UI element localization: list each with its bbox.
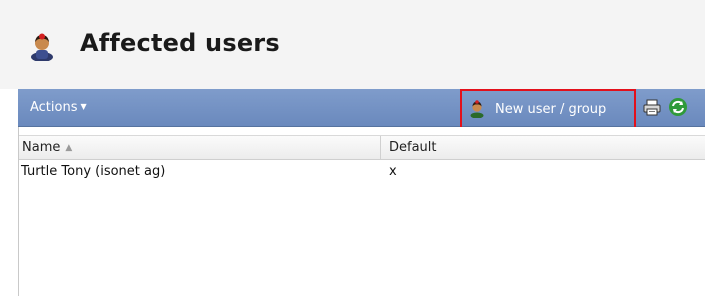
caret-down-icon: ▼ <box>80 102 87 111</box>
cell-name: Turtle Tony (isonet ag) <box>21 164 166 179</box>
toolbar: Actions ▼ New user / group <box>18 89 705 130</box>
column-header-name[interactable]: Name ▲ <box>19 136 381 159</box>
new-user-group-label: New user / group <box>495 102 607 117</box>
column-name-label: Name <box>22 140 61 155</box>
user-icon <box>470 100 484 118</box>
printer-icon[interactable] <box>643 99 661 116</box>
grid-header: Name ▲ Default <box>19 135 705 160</box>
table-row[interactable]: Turtle Tony (isonet ag) x <box>19 160 705 182</box>
column-default-label: Default <box>389 140 437 155</box>
actions-label: Actions <box>30 100 78 115</box>
actions-menu[interactable]: Actions ▼ <box>30 100 87 115</box>
refresh-icon[interactable] <box>668 97 688 117</box>
page-title: Affected users <box>80 29 280 57</box>
sort-ascending-icon: ▲ <box>65 143 73 153</box>
cell-default: x <box>389 164 397 179</box>
users-grid: Name ▲ Default Turtle Tony (isonet ag) x <box>18 127 705 296</box>
column-header-default[interactable]: Default <box>381 136 705 159</box>
title-area: Affected users <box>0 0 705 89</box>
new-user-group-button[interactable]: New user / group <box>460 89 636 130</box>
user-icon <box>31 33 53 61</box>
